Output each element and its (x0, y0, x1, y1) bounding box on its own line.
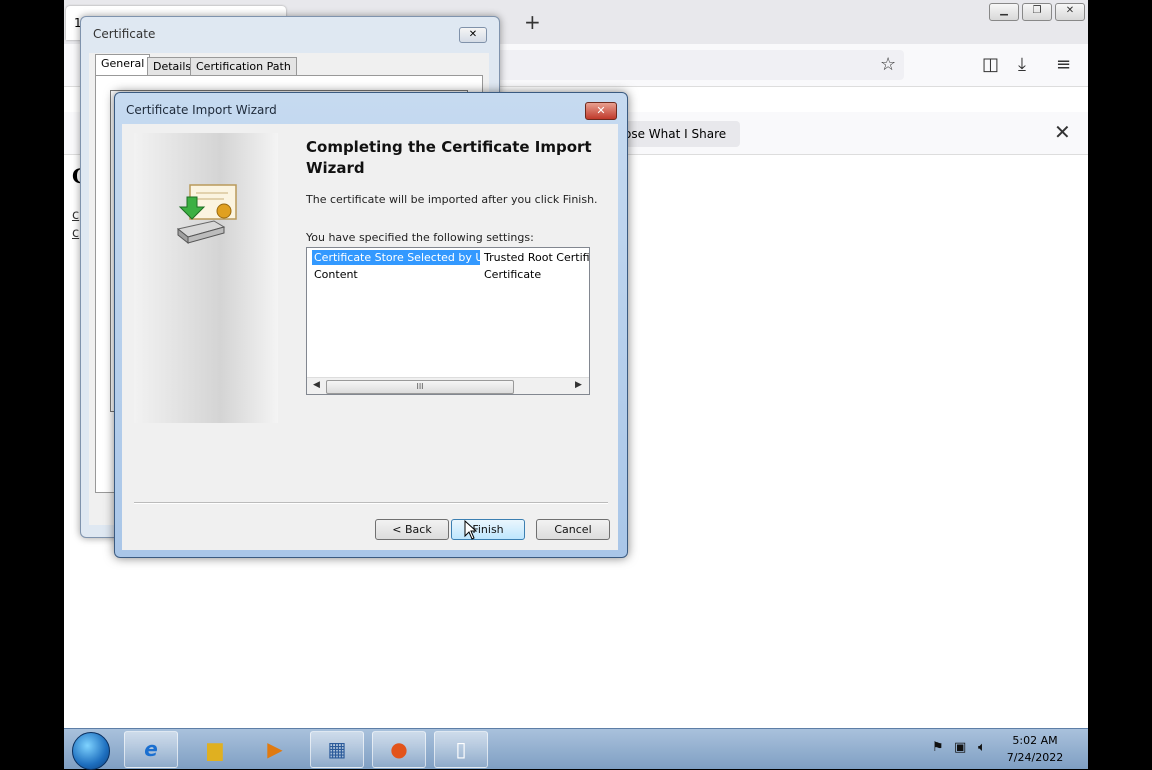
star-icon[interactable]: ☆ (880, 54, 896, 75)
new-tab-button[interactable]: + (524, 10, 541, 34)
network-icon[interactable]: ▣ (954, 740, 966, 755)
tab-certification-path[interactable]: Certification Path (190, 57, 297, 76)
taskbar: e ▆ ▶ ▦ ● ▯ ⚑ ▣ 🔈︎ 5:02 AM 7/24/2022 (64, 728, 1088, 770)
wizard-close-button[interactable]: ✕ (585, 102, 617, 120)
choose-what-i-share-button[interactable]: ose What I Share (612, 121, 740, 147)
wizard-body: Completing the Certificate Import Wizard… (122, 124, 618, 550)
wizard-message: The certificate will be imported after y… (306, 193, 598, 206)
clock-date[interactable]: 7/24/2022 (998, 751, 1072, 764)
explorer-folder-icon[interactable]: ▆ (188, 731, 242, 768)
system-tray: ⚑ ▣ 🔈︎ 5:02 AM 7/24/2022 (926, 729, 1076, 769)
settings-label: You have specified the following setting… (306, 231, 534, 244)
certificate-close-button[interactable]: ✕ (459, 27, 487, 43)
download-icon[interactable]: ⤓ (1018, 54, 1026, 75)
scroll-right-icon[interactable]: ▶ (575, 380, 582, 390)
restore-button[interactable]: ❐ (1022, 3, 1052, 21)
mouse-cursor-icon (464, 520, 478, 540)
notice-close-icon[interactable]: ✕ (1054, 120, 1071, 144)
page-link-1[interactable]: c (72, 208, 79, 223)
wizard-heading: Completing the Certificate Import Wizard (306, 138, 592, 177)
finish-button[interactable]: Finish (451, 519, 525, 540)
media-player-icon[interactable]: ▶ (248, 731, 302, 768)
setting-name: Certificate Store Selected by User (312, 250, 501, 265)
page-link-2[interactable]: c (72, 226, 79, 241)
pocket-icon[interactable]: ◫ (982, 54, 999, 75)
certificate-dialog-title: Certificate (93, 27, 156, 41)
tab-general[interactable]: General (95, 54, 151, 77)
scroll-left-icon[interactable]: ◀ (313, 380, 320, 390)
back-button[interactable]: < Back (375, 519, 449, 540)
document-icon[interactable]: ▯ (434, 731, 488, 768)
clock-time[interactable]: 5:02 AM (998, 734, 1072, 747)
button-separator (134, 502, 608, 504)
settings-list[interactable]: Certificate Store Selected by User Trust… (306, 247, 590, 395)
minimize-button[interactable]: ▁ (989, 3, 1019, 21)
internet-explorer-icon[interactable]: e (124, 731, 178, 768)
import-wizard-dialog: Certificate Import Wizard ✕ Completing t… (114, 92, 628, 558)
window-close-button[interactable]: ✕ (1055, 3, 1085, 21)
scroll-thumb[interactable]: III (326, 380, 514, 394)
setting-value: Trusted Root Certifica (484, 251, 590, 264)
setting-value: Certificate (484, 268, 542, 281)
volume-icon[interactable]: 🔈︎ (978, 740, 986, 755)
wizard-title: Certificate Import Wizard (126, 103, 277, 117)
setting-name: Content (314, 268, 358, 281)
control-panel-icon[interactable]: ▦ (310, 731, 364, 768)
action-center-flag-icon[interactable]: ⚑ (932, 740, 944, 755)
start-button[interactable] (72, 732, 110, 770)
certificate-import-icon (176, 184, 237, 245)
firefox-icon[interactable]: ● (372, 731, 426, 768)
wizard-side-panel (134, 133, 278, 423)
horizontal-scrollbar[interactable]: ◀ III ▶ (307, 377, 589, 394)
url-bar[interactable] (484, 50, 904, 80)
cancel-button[interactable]: Cancel (536, 519, 610, 540)
menu-icon[interactable]: ≡ (1056, 54, 1071, 75)
